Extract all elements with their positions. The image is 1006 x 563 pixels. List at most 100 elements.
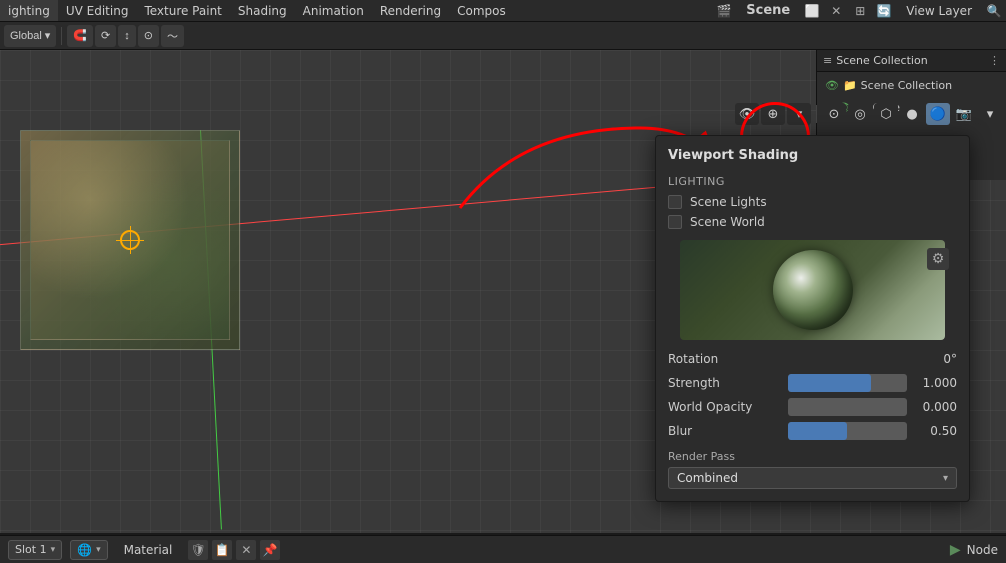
popup-title: Viewport Shading bbox=[656, 144, 969, 171]
material-name-label: Material bbox=[116, 543, 181, 557]
blur-row[interactable]: Blur 0.50 bbox=[656, 420, 969, 442]
wave-btn[interactable]: 〜 bbox=[161, 25, 184, 47]
lighting-section-label: Lighting bbox=[656, 171, 969, 192]
shading-dropdown-btn[interactable]: ▾ bbox=[978, 103, 1002, 125]
strength-value: 1.000 bbox=[907, 376, 957, 390]
render-pass-chevron-icon: ▾ bbox=[943, 473, 948, 484]
scene-world-label: Scene World bbox=[690, 215, 765, 229]
search-icon[interactable]: 🔍 bbox=[982, 0, 1006, 22]
pin-icon-btn[interactable]: 📌 bbox=[260, 540, 280, 560]
collection-item-label: Scene Collection bbox=[861, 79, 952, 92]
view-layer-label: View Layer bbox=[896, 4, 982, 18]
render-pass-section: Render Pass Combined ▾ bbox=[656, 444, 969, 493]
shield-icon-btn[interactable]: 🛡 bbox=[188, 540, 208, 560]
status-bar: Slot 1 ▾ 🌐 ▾ Material 🛡 📋 ✕ 📌 ▶ Node bbox=[0, 535, 1006, 563]
toolbar: Global ▾ 🧲 ⟳ ↕ ⊙ 〜 bbox=[0, 22, 1006, 50]
blur-label: Blur bbox=[668, 424, 788, 438]
global-dropdown[interactable]: Global ▾ bbox=[4, 25, 56, 47]
separator-1 bbox=[61, 27, 62, 45]
visibility-icon-btn[interactable]: 👁 bbox=[735, 103, 759, 125]
scene-lights-label: Scene Lights bbox=[690, 195, 767, 209]
transform-btn[interactable]: ↕ bbox=[118, 25, 136, 47]
slot-chevron-icon: ▾ bbox=[51, 545, 56, 555]
strength-row[interactable]: Strength 1.000 bbox=[656, 372, 969, 394]
expand-icon[interactable]: ⬜ bbox=[800, 0, 824, 22]
snap-btn[interactable]: ⟳ bbox=[95, 25, 116, 47]
blur-slider[interactable] bbox=[788, 422, 908, 440]
scene-collection-label: Scene Collection bbox=[836, 54, 927, 67]
hdri-preview bbox=[680, 240, 945, 340]
eye-icon: 👁 bbox=[825, 79, 839, 92]
rotation-value: 0° bbox=[907, 352, 957, 366]
menu-item-rendering[interactable]: Rendering bbox=[372, 0, 449, 21]
world-opacity-label: World Opacity bbox=[668, 400, 788, 414]
xray-icon-btn[interactable]: ◎ bbox=[848, 103, 872, 125]
cube-face bbox=[30, 140, 230, 340]
menu-item-shading[interactable]: Shading bbox=[230, 0, 295, 21]
hdri-settings-gear-icon[interactable]: ⚙ bbox=[927, 248, 949, 270]
outliner-header: ≡ Scene Collection ⋮ bbox=[817, 50, 1006, 72]
menu-item-animation[interactable]: Animation bbox=[295, 0, 372, 21]
wireframe-shading-btn[interactable]: ⬡ bbox=[874, 103, 898, 125]
scene-lights-checkbox[interactable] bbox=[668, 195, 682, 209]
proportional-btn[interactable]: ⊙ bbox=[138, 25, 159, 47]
world-chevron-icon: ▾ bbox=[96, 545, 101, 555]
close-material-icon-btn[interactable]: ✕ bbox=[236, 540, 256, 560]
top-menu-bar: ighting UV Editing Texture Paint Shading… bbox=[0, 0, 1006, 22]
filter-icon[interactable]: ⋮ bbox=[989, 54, 1000, 67]
scene-world-row[interactable]: Scene World bbox=[656, 212, 969, 232]
layout-icon[interactable]: ⊞ bbox=[848, 0, 872, 22]
copy-icon-btn[interactable]: 📋 bbox=[212, 540, 232, 560]
status-icons: 🛡 📋 ✕ 📌 bbox=[188, 540, 280, 560]
hdri-sphere bbox=[773, 250, 853, 330]
blur-value: 0.50 bbox=[907, 424, 957, 438]
collection-icon: 📁 bbox=[843, 79, 857, 92]
cube-area bbox=[20, 130, 260, 370]
world-icon: 🌐 bbox=[77, 543, 92, 557]
rotation-row: Rotation 0° bbox=[656, 348, 969, 370]
render-pass-selected: Combined bbox=[677, 471, 943, 485]
viewport-header-icons: 👁 ⊕ ▾ ⊙ ◎ ⬡ ● 🔵 📷 ▾ bbox=[0, 100, 1006, 128]
gizmo-icon-btn[interactable]: ⊕ bbox=[761, 103, 785, 125]
chevron-down-icon: ▾ bbox=[45, 29, 51, 42]
render-pass-label: Render Pass bbox=[668, 450, 957, 463]
viewport-shading-popup: Viewport Shading Lighting Scene Lights S… bbox=[655, 135, 970, 502]
outliner-icon: ≡ bbox=[823, 54, 832, 67]
scene-label: Scene bbox=[736, 3, 800, 18]
node-label: Node bbox=[967, 543, 998, 557]
overlay-icon-btn[interactable]: ⊙ bbox=[822, 103, 846, 125]
collection-item[interactable]: 👁 📁 Scene Collection bbox=[821, 74, 1002, 96]
menu-item-compositing[interactable]: Compos bbox=[449, 0, 514, 21]
solid-shading-btn[interactable]: ● bbox=[900, 103, 924, 125]
slot-text: Slot 1 bbox=[15, 543, 47, 556]
rotation-label: Rotation bbox=[668, 352, 907, 366]
world-opacity-value: 0.000 bbox=[907, 400, 957, 414]
strength-slider-text bbox=[788, 374, 908, 392]
node-section: ▶ Node bbox=[950, 542, 998, 558]
gizmo-dropdown-btn[interactable]: ▾ bbox=[787, 103, 811, 125]
vp-sep-1 bbox=[816, 105, 817, 123]
world-dropdown[interactable]: 🌐 ▾ bbox=[70, 540, 107, 560]
scene-lights-row[interactable]: Scene Lights bbox=[656, 192, 969, 212]
sync-icon[interactable]: 🔄 bbox=[872, 0, 896, 22]
menu-item-texture-paint[interactable]: Texture Paint bbox=[136, 0, 229, 21]
menu-item-uv-editing[interactable]: UV Editing bbox=[58, 0, 137, 21]
world-opacity-row[interactable]: World Opacity 0.000 bbox=[656, 396, 969, 418]
strength-label: Strength bbox=[668, 376, 788, 390]
node-triangle-icon: ▶ bbox=[950, 542, 961, 558]
render-icon[interactable]: 🎬 bbox=[712, 0, 736, 22]
blur-slider-fill bbox=[788, 422, 848, 440]
strength-slider[interactable] bbox=[788, 374, 908, 392]
slot-dropdown[interactable]: Slot 1 ▾ bbox=[8, 540, 62, 560]
viewport[interactable]: 👁 ⊕ ▾ ⊙ ◎ ⬡ ● 🔵 📷 ▾ Viewport Shading Lig… bbox=[0, 50, 1006, 533]
magnet-btn[interactable]: 🧲 bbox=[67, 25, 93, 47]
origin-crosshair bbox=[120, 230, 140, 250]
render-shading-btn[interactable]: 📷 bbox=[952, 103, 976, 125]
cube-mesh bbox=[20, 130, 240, 350]
close-icon[interactable]: ✕ bbox=[824, 0, 848, 22]
world-opacity-slider[interactable] bbox=[788, 398, 908, 416]
scene-world-checkbox[interactable] bbox=[668, 215, 682, 229]
material-shading-btn[interactable]: 🔵 bbox=[926, 103, 950, 125]
menu-item-lighting[interactable]: ighting bbox=[0, 0, 58, 21]
render-pass-dropdown[interactable]: Combined ▾ bbox=[668, 467, 957, 489]
